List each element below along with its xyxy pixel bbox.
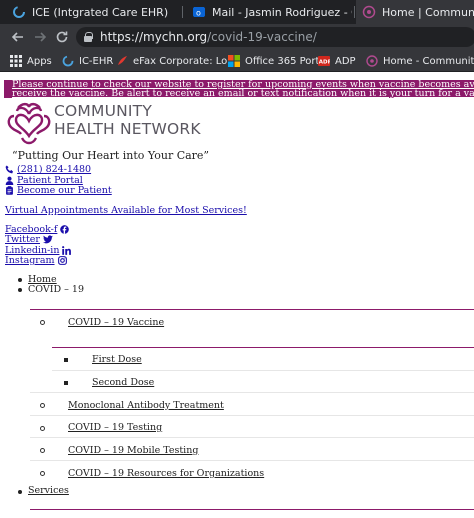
instagram-link[interactable]: Instagram xyxy=(5,255,55,266)
nav-resources-link[interactable]: COVID – 19 Resources for Organizations xyxy=(68,468,264,479)
menu-separator xyxy=(30,392,474,393)
list-bullet xyxy=(18,490,22,494)
nav-covid-vaccine-link[interactable]: COVID – 19 Vaccine xyxy=(68,317,164,328)
nav-covid-testing-link[interactable]: COVID – 19 Testing xyxy=(68,422,162,433)
forward-arrow-icon[interactable] xyxy=(32,29,48,45)
bookmark-efax[interactable]: eFax Corporate: Lo... xyxy=(116,53,237,69)
instagram-row[interactable]: Instagram xyxy=(5,255,67,266)
menu-separator xyxy=(52,370,474,371)
chn-icon xyxy=(366,55,378,67)
url-omnibox[interactable]: https://mychn.org/covid-19-vaccine/ xyxy=(76,27,474,47)
bookmark-label: Office 365 Portal xyxy=(245,55,329,67)
phone-icon xyxy=(5,165,14,174)
vaccine-alert-banner[interactable]: Please continue to check our website to … xyxy=(4,80,474,98)
web-page: Please continue to check our website to … xyxy=(0,72,474,518)
tab-mail[interactable]: o Mail - Jasmin Rodriguez - Outloo × xyxy=(186,0,352,24)
tab-ice-ehr[interactable]: ICE (Intgrated Care EHR) xyxy=(6,0,176,24)
chn-favicon-icon xyxy=(362,5,376,19)
adp-icon: ADP xyxy=(318,56,330,66)
bookmarks-bar: Apps IC-EHR eFax Corporate: Lo... Office… xyxy=(0,50,474,72)
nav-covid-19[interactable]: COVID – 19 xyxy=(28,284,84,295)
office-icon xyxy=(228,55,240,67)
tab-separator xyxy=(354,6,355,18)
svg-text:ADP: ADP xyxy=(319,60,330,66)
submenu-divider xyxy=(52,347,474,348)
chn-heart-logo-icon[interactable] xyxy=(4,100,54,146)
url-host: https://mychn.org xyxy=(100,30,208,44)
tab-separator xyxy=(182,6,183,18)
tab-title: Home | Community Health xyxy=(382,5,474,19)
become-patient-link[interactable]: Become our Patient xyxy=(17,185,112,196)
submenu-divider xyxy=(30,309,474,310)
brand-name-line1: COMMUNITY xyxy=(54,102,153,120)
tab-title: Mail - Jasmin Rodriguez - Outloo xyxy=(212,5,352,19)
twitter-link[interactable]: Twitter xyxy=(5,234,40,245)
user-icon xyxy=(5,176,14,185)
clipboard-icon xyxy=(6,186,13,195)
facebook-icon[interactable] xyxy=(60,225,70,234)
become-patient-row[interactable]: Become our Patient xyxy=(5,185,112,196)
nav-first-dose-link[interactable]: First Dose xyxy=(92,354,142,365)
list-bullet xyxy=(40,320,45,325)
instagram-icon[interactable] xyxy=(57,256,67,265)
phone-link-row[interactable]: (281) 824-1480 xyxy=(5,164,91,175)
apps-grid-icon xyxy=(10,55,22,67)
linkedin-icon[interactable] xyxy=(62,246,72,255)
tagline: “Putting Our Heart into Your Care” xyxy=(12,149,210,162)
virtual-appointments-link[interactable]: Virtual Appointments Available for Most … xyxy=(5,205,247,216)
bookmark-label: eFax Corporate: Lo... xyxy=(133,55,237,67)
lock-icon[interactable] xyxy=(84,32,93,42)
menu-separator xyxy=(30,460,474,461)
submenu-divider xyxy=(30,509,474,510)
list-bullet xyxy=(40,426,45,431)
svg-text:o: o xyxy=(196,9,201,18)
list-bullet xyxy=(40,448,45,453)
browser-tab-bar: ICE (Intgrated Care EHR) o Mail - Jasmin… xyxy=(0,0,474,24)
bookmark-home-community[interactable]: Home - Community... xyxy=(366,53,474,69)
bookmark-office-365[interactable]: Office 365 Portal xyxy=(228,53,328,69)
bookmark-adp[interactable]: ADP ADP xyxy=(318,53,356,69)
list-bullet xyxy=(18,288,22,292)
ice-favicon-icon xyxy=(13,6,25,18)
efax-icon xyxy=(118,56,127,65)
twitter-row[interactable]: Twitter xyxy=(5,234,53,245)
menu-separator xyxy=(30,415,474,416)
list-bullet xyxy=(64,381,68,385)
url-text[interactable]: https://mychn.org/covid-19-vaccine/ xyxy=(100,30,317,44)
bookmark-apps[interactable]: Apps xyxy=(10,53,52,69)
list-bullet xyxy=(18,278,22,282)
nav-second-dose-link[interactable]: Second Dose xyxy=(92,377,154,388)
nav-services-link[interactable]: Services xyxy=(28,485,69,496)
bookmark-ic-ehr[interactable]: IC-EHR xyxy=(62,53,113,69)
twitter-icon[interactable] xyxy=(42,235,53,244)
list-bullet xyxy=(40,403,45,408)
url-path: /covid-19-vaccine/ xyxy=(207,30,317,44)
nav-mobile-testing-link[interactable]: COVID – 19 Mobile Testing xyxy=(68,445,198,456)
list-bullet xyxy=(40,471,45,476)
virtual-appointments-row[interactable]: Virtual Appointments Available for Most … xyxy=(5,205,247,216)
address-bar-row: https://mychn.org/covid-19-vaccine/ xyxy=(0,24,474,50)
back-arrow-icon[interactable] xyxy=(10,29,26,45)
nav-monoclonal-link[interactable]: Monoclonal Antibody Treatment xyxy=(68,400,224,411)
tab-community-health[interactable]: Home | Community Health xyxy=(356,0,474,24)
list-bullet xyxy=(64,358,68,362)
reload-icon[interactable] xyxy=(54,29,70,45)
outlook-favicon-icon: o xyxy=(193,7,205,18)
bookmark-label: ADP xyxy=(335,55,356,67)
alert-line-2[interactable]: receive the vaccine. Be alert to receive… xyxy=(4,89,474,98)
bookmark-label: Apps xyxy=(27,55,52,67)
bookmark-label: IC-EHR xyxy=(79,55,114,67)
ice-icon xyxy=(62,55,74,67)
tab-title: ICE (Intgrated Care EHR) xyxy=(32,5,169,19)
phone-link[interactable]: (281) 824-1480 xyxy=(17,164,91,175)
bookmark-label: Home - Community... xyxy=(383,55,474,67)
brand-name-line2: HEALTH NETWORK xyxy=(54,120,201,138)
menu-separator xyxy=(30,437,474,438)
